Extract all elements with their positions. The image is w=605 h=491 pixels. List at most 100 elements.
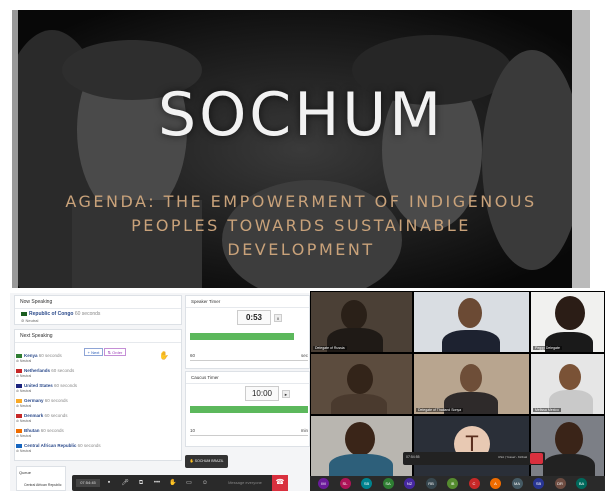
speaker-timer-progress [190,333,294,340]
speaker-timer-pause-button[interactable]: II [274,314,282,322]
participant-body [331,394,387,414]
sochum-banner: SOCHUM AGENDA: THE EMPOWERMENT OF INDIGE… [12,10,590,288]
video-tile-label: Peggy Delegate [533,346,562,350]
speaker-row[interactable]: United States 60 seconds [16,383,77,388]
country-flag-icon [16,383,22,388]
congo-flag-icon [21,311,27,316]
speaker-row[interactable]: Germany 60 seconds [16,398,68,403]
stance-label: Neutral [19,389,32,393]
participant-body [442,330,500,352]
agenda-line-3: DEVELOPMENT [227,240,375,259]
participants-icon[interactable]: ☺ [200,479,210,487]
microphone-icon[interactable]: 🎤︎ [120,479,130,487]
screen-root: SOCHUM AGENDA: THE EMPOWERMENT OF INDIGE… [0,0,605,491]
video-tile-label: Melissa Mexico [533,408,561,412]
video-tile-4[interactable] [310,353,413,415]
message-input[interactable]: Message everyone [224,479,266,487]
agenda-line-1: AGENDA: THE EMPOWERMENT OF INDIGENOUS [65,192,537,211]
stance-icon: ⊘ [16,389,19,393]
speaker-row[interactable]: Kenya 60 seconds [16,353,62,358]
speaker-row[interactable]: Central African Republic 60 seconds [16,443,101,448]
participant-avatar-icon[interactable]: SB [533,478,544,489]
order-button-label: Order [112,350,123,355]
video-tile-6[interactable]: Melissa Mexico [530,353,605,415]
speaker-stance: ⊘ Neutral [16,404,31,408]
caucus-timer-unit: min [300,428,308,433]
mini-end-call-button[interactable] [530,453,543,464]
caucus-timer-play-button[interactable]: ► [282,390,290,398]
order-button[interactable]: ⇅ Order [104,348,126,356]
participant-avatar-icon[interactable]: SA [382,478,394,489]
zoom-toolbar: 07:54:45 ▪ 🎤︎ ⧉ ••• ✋ ▭ ☺ Message everyo… [72,475,288,491]
participant-avatar-icon[interactable]: IB [447,478,458,489]
video-camera-icon[interactable]: ▪ [104,479,114,487]
speaker-timer-field-value: 60 [190,353,196,358]
now-speaking-country: Republic of Congo 60 seconds [21,311,100,317]
participant-avatar-icon[interactable]: MA [511,478,523,489]
participant-avatar-icon[interactable]: SB [361,478,372,489]
caucus-timer-field-value: 10 [190,428,196,433]
speaker-time: 60 seconds [44,398,68,403]
participant-avatar-icon[interactable]: C [468,478,480,489]
video-tile-7[interactable] [310,415,413,477]
stance-icon: ⊘ [21,318,25,323]
video-tile-5[interactable]: Delegate of Thailand Sonya [413,353,530,415]
speaker-stance: ⊘ Neutral [16,389,31,393]
participant-figure [555,422,583,456]
queue-label: Queue [19,470,32,475]
speaker-stance: ⊘ Neutral [16,419,31,423]
chat-icon[interactable]: ▭ [184,479,194,487]
country-flag-icon [16,398,22,403]
next-button[interactable]: + Next [84,348,103,356]
participant-figure [341,300,367,330]
raise-hand-icon[interactable]: ✋ [168,479,178,487]
speaker-row[interactable]: Denmark 60 seconds [16,413,68,418]
speaker-stance: ⊘ Neutral [16,374,31,378]
participant-avatar-icon[interactable]: SL [339,478,351,489]
more-icon[interactable]: ••• [152,479,162,487]
participant-avatar-icon[interactable]: RB [425,478,437,489]
meeting-time: 07:54:45 [76,479,100,487]
speaker-stance: ⊘ Neutral [16,449,31,453]
stance-icon: ⊘ [16,404,19,408]
reaction-tag: ✋ SOCHUM BRAZIL [185,455,228,468]
speaker-time: 60 seconds [40,428,64,433]
video-tile-3[interactable]: Peggy Delegate [530,291,605,353]
stance-label: Neutral [19,434,32,438]
participant-avatar-icon[interactable]: A [490,478,501,489]
video-tile-1[interactable]: Delegate of Russia [310,291,413,353]
participant-avatar-icon[interactable]: NZ [404,478,415,489]
video-tile-8[interactable]: T [413,415,530,477]
speaker-timer-field[interactable]: 60 sec [190,351,308,361]
now-speaking-card: Now Speaking Republic of Congo 60 second… [14,295,182,325]
stance-label: Neutral [25,318,39,323]
country-flag-icon [16,413,22,418]
speaker-row[interactable]: Bhutan 60 seconds [16,428,64,433]
mini-participant-label: USA | Yossef - Kiribati [498,455,528,459]
share-screen-icon[interactable]: ⧉ [136,479,146,487]
stance-icon: ⊘ [16,449,19,453]
banner-agenda: AGENDA: THE EMPOWERMENT OF INDIGENOUS PE… [12,190,590,262]
next-speaking-title: Next Speaking [15,330,181,343]
now-speaking-title: Now Speaking [15,296,181,309]
participant-figure [555,296,585,330]
speaker-name: Germany [24,398,44,403]
next-button-label: Next [91,350,100,355]
video-tile-2[interactable] [413,291,530,353]
speaker-row[interactable]: Netherlands 60 seconds [16,368,74,373]
participant-figure [345,422,375,456]
participant-avatar-icon[interactable]: IM [318,478,329,489]
participant-figure [559,364,581,390]
speaker-name: Netherlands [24,368,51,373]
speaker-timer-title: Speaker Timer [186,296,309,308]
participant-avatar-icon[interactable]: BA [576,478,587,489]
video-tile-label: Delegate of Russia [313,346,347,350]
participant-avatar-icon[interactable]: DR [554,478,566,489]
mini-meeting-time: 07:54:55 [406,455,420,459]
caucus-timer-field[interactable]: 10 min [190,426,308,436]
video-tile-9[interactable] [530,415,605,477]
video-tile-label: Delegate of Thailand Sonya [416,408,464,412]
end-call-button[interactable]: ☎ [272,475,288,491]
speaker-time: 60 seconds [77,443,101,448]
speaker-name: Central African Republic [24,443,77,448]
